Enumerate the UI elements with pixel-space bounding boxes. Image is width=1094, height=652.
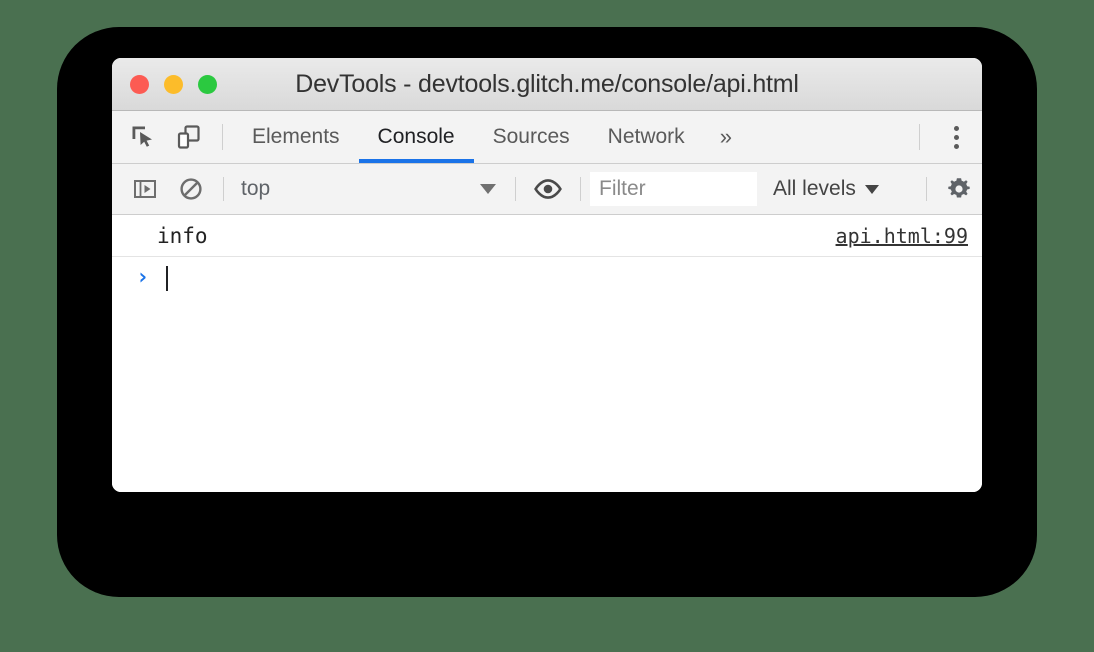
console-sidebar-icon	[134, 180, 156, 198]
execution-context-select[interactable]: top	[233, 164, 506, 214]
chevron-down-icon-levels	[864, 184, 879, 194]
tab-console-label: Console	[377, 125, 455, 148]
tab-console[interactable]: Console	[358, 111, 474, 163]
tab-elements-label: Elements	[252, 125, 340, 148]
log-levels-label: All levels	[773, 177, 856, 200]
console-toolbar-divider-4	[926, 177, 927, 201]
execution-context-value: top	[241, 177, 271, 200]
console-message-source-link[interactable]: api.html:99	[836, 224, 968, 248]
console-toolbar: top Filter All levels	[112, 164, 982, 215]
window-title: DevTools - devtools.glitch.me/console/ap…	[295, 69, 799, 98]
tab-sources[interactable]: Sources	[474, 111, 589, 163]
more-vertical-icon-dot2	[953, 134, 959, 140]
zoom-window-button[interactable]	[198, 74, 217, 94]
device-toolbar-icon	[177, 125, 200, 149]
clear-console-button[interactable]	[168, 164, 214, 214]
live-expression-eye-icon	[534, 179, 562, 199]
clear-console-icon	[180, 178, 202, 200]
console-message-row[interactable]: info api.html:99	[112, 215, 982, 257]
minimize-window-button[interactable]	[164, 74, 183, 94]
tab-network[interactable]: Network	[589, 111, 704, 163]
close-window-button[interactable]	[130, 74, 149, 94]
tabbar-spacer	[748, 111, 909, 163]
console-filter-placeholder: Filter	[599, 177, 646, 200]
console-filter-input[interactable]: Filter	[590, 172, 757, 206]
console-message-text: info	[157, 223, 208, 248]
inspect-element-button[interactable]	[120, 111, 166, 163]
tab-elements[interactable]: Elements	[233, 111, 359, 163]
inspect-element-icon	[132, 126, 152, 147]
console-toolbar-divider-3	[580, 177, 581, 201]
console-toolbar-divider-2	[515, 177, 516, 201]
traffic-light-group	[130, 74, 217, 94]
tabbar-divider-right	[919, 124, 920, 150]
device-toolbar-button[interactable]	[166, 111, 212, 163]
console-prompt-row[interactable]: ›	[112, 257, 982, 299]
log-levels-select[interactable]: All levels	[757, 177, 891, 201]
chevron-down-icon	[480, 184, 496, 194]
tab-sources-label: Sources	[492, 125, 570, 148]
more-vertical-icon-dot3	[953, 143, 959, 149]
devtools-window: DevTools - devtools.glitch.me/console/ap…	[112, 58, 982, 492]
console-output: info api.html:99 ›	[112, 215, 982, 492]
console-empty-area[interactable]	[112, 299, 982, 492]
panel-tabs: Elements Console Sources Network »	[233, 111, 748, 163]
devtools-main-menu-button[interactable]	[930, 111, 982, 163]
console-sidebar-toggle-button[interactable]	[122, 164, 168, 214]
more-tabs-button[interactable]: »	[704, 111, 748, 163]
console-toolbar-divider-1	[223, 177, 224, 201]
devtools-tabbar: Elements Console Sources Network »	[112, 111, 982, 164]
more-vertical-icon-dot1	[953, 125, 959, 131]
live-expression-button[interactable]	[525, 164, 571, 214]
console-text-cursor	[166, 265, 169, 291]
more-tabs-label: »	[719, 124, 732, 149]
gear-icon	[948, 178, 970, 198]
tab-network-label: Network	[607, 125, 685, 148]
console-prompt-arrow-icon: ›	[136, 265, 150, 290]
tabbar-divider	[222, 124, 223, 150]
window-titlebar: DevTools - devtools.glitch.me/console/ap…	[112, 58, 982, 111]
console-settings-button[interactable]	[936, 164, 982, 214]
